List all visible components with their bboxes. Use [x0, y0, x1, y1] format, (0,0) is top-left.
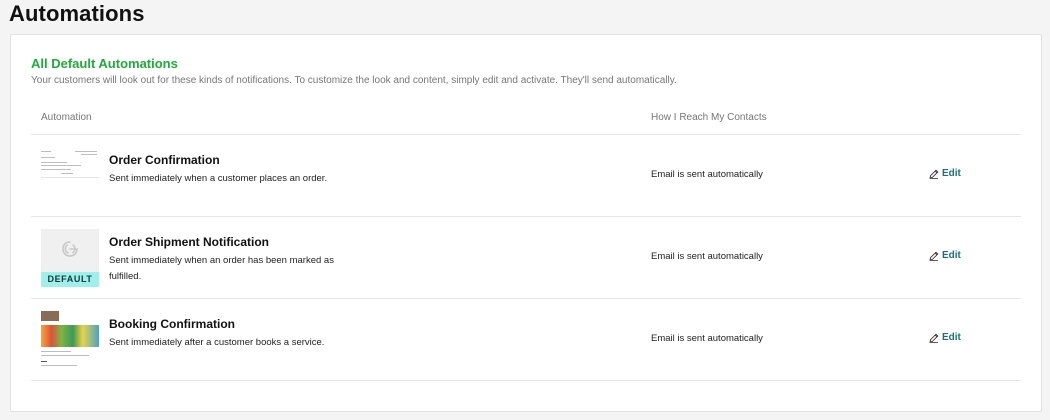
reach-method: Email is sent automatically	[651, 251, 763, 262]
automation-name: Order Shipment Notification	[109, 235, 270, 249]
automation-description: Sent immediately when a customer places …	[109, 173, 328, 184]
automation-description: Sent immediately when an order has been …	[109, 255, 334, 282]
automation-name: Order Confirmation	[109, 153, 220, 167]
column-header-reach: How I Reach My Contacts	[651, 112, 767, 123]
brand-logo-icon	[60, 239, 80, 264]
automation-description: Sent immediately after a customer books …	[109, 337, 325, 348]
table-row: DEFAULT Order Shipment Notification Sent…	[31, 217, 1021, 299]
pencil-icon	[929, 169, 939, 179]
automations-card: All Default Automations Your customers w…	[10, 34, 1042, 412]
automation-name: Booking Confirmation	[109, 317, 235, 331]
table-row: Booking Confirmation Sent immediately af…	[31, 299, 1021, 381]
reach-method: Email is sent automatically	[651, 333, 763, 344]
column-header-automation: Automation	[41, 112, 92, 123]
reach-method: Email is sent automatically	[651, 169, 763, 180]
pencil-icon	[929, 251, 939, 261]
edit-label: Edit	[942, 250, 961, 261]
table-row: Order Confirmation Sent immediately when…	[31, 135, 1021, 217]
pencil-icon	[929, 333, 939, 343]
edit-label: Edit	[942, 168, 961, 179]
email-preview-thumbnail	[41, 147, 99, 205]
table-header: Automation How I Reach My Contacts	[31, 103, 1021, 135]
edit-button[interactable]: Edit	[929, 250, 961, 261]
edit-button[interactable]: Edit	[929, 168, 961, 179]
default-badge: DEFAULT	[41, 272, 99, 287]
booking-preview-thumbnail	[41, 311, 99, 369]
section-description: Your customers will look out for these k…	[31, 75, 677, 86]
default-thumbnail: DEFAULT	[41, 229, 99, 287]
section-title: All Default Automations	[31, 56, 178, 71]
page-title: Automations	[9, 1, 145, 26]
edit-button[interactable]: Edit	[929, 332, 961, 343]
edit-label: Edit	[942, 332, 961, 343]
